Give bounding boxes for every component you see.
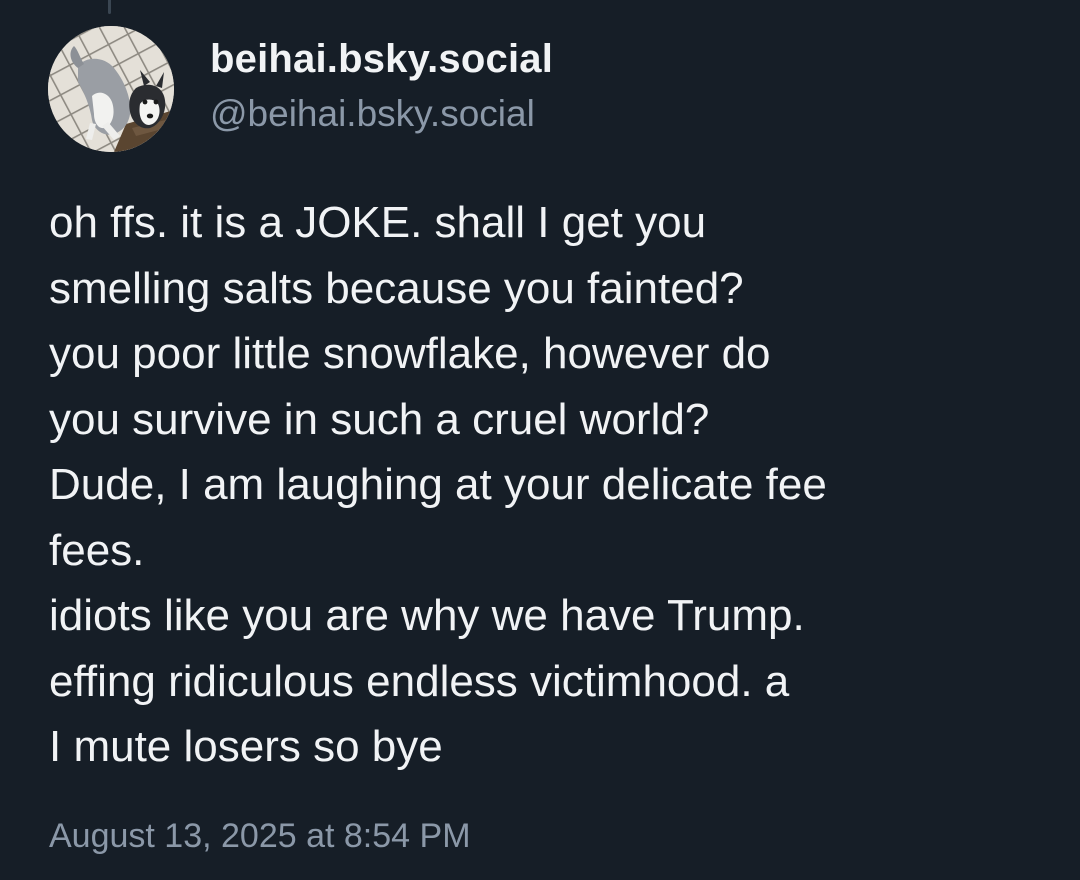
husky-avatar-image <box>48 26 174 152</box>
author-handle[interactable]: @beihai.bsky.social <box>210 90 553 138</box>
post: beihai.bsky.social @beihai.bsky.social o… <box>0 0 1080 880</box>
author-info: beihai.bsky.social @beihai.bsky.social <box>210 34 553 138</box>
avatar[interactable] <box>48 26 174 152</box>
post-timestamp[interactable]: August 13, 2025 at 8:54 PM <box>49 810 471 862</box>
post-header: beihai.bsky.social @beihai.bsky.social <box>48 26 553 152</box>
post-text: oh ffs. it is a JOKE. shall I get you sm… <box>49 198 827 771</box>
author-display-name[interactable]: beihai.bsky.social <box>210 34 553 84</box>
